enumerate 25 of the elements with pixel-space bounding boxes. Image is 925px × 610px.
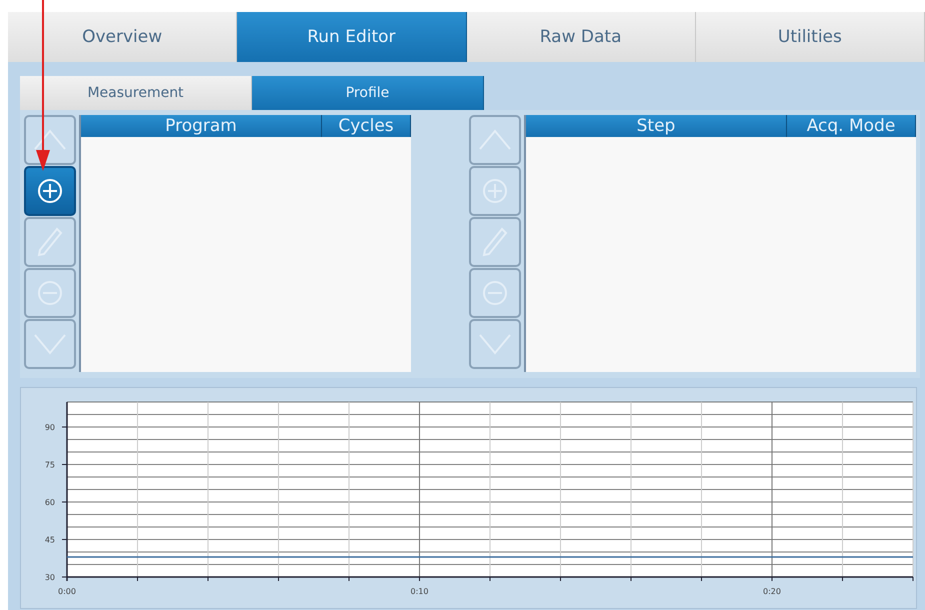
add-icon: [37, 178, 63, 204]
sub-tab[interactable]: Measurement: [20, 76, 252, 110]
x-tick-label: 0:10: [410, 587, 428, 596]
sub-tab[interactable]: Profile: [252, 76, 484, 110]
column-header[interactable]: Step: [526, 115, 787, 137]
y-tick-label: 30: [44, 573, 55, 582]
add-button[interactable]: [24, 166, 76, 216]
remove-icon: [37, 280, 63, 306]
x-tick-label: 0:00: [58, 587, 76, 596]
y-tick-label: 45: [44, 536, 55, 544]
pencil-icon: [482, 227, 508, 257]
column-header[interactable]: Program: [81, 115, 322, 137]
remove-icon: [482, 280, 508, 306]
tab[interactable]: Run Editor: [237, 12, 466, 62]
column-header[interactable]: Acq. Mode: [787, 115, 916, 137]
y-tick-label: 90: [44, 423, 55, 432]
tab[interactable]: Raw Data: [466, 12, 696, 62]
y-tick-label: 60: [44, 498, 55, 507]
tab[interactable]: Utilities: [696, 12, 925, 62]
add-icon: [482, 178, 508, 204]
x-tick-label: 0:20: [763, 587, 781, 596]
pencil-icon: [37, 227, 63, 257]
column-header[interactable]: Cycles: [322, 115, 411, 137]
y-tick-label: 75: [44, 460, 55, 470]
tab[interactable]: Overview: [8, 12, 238, 62]
